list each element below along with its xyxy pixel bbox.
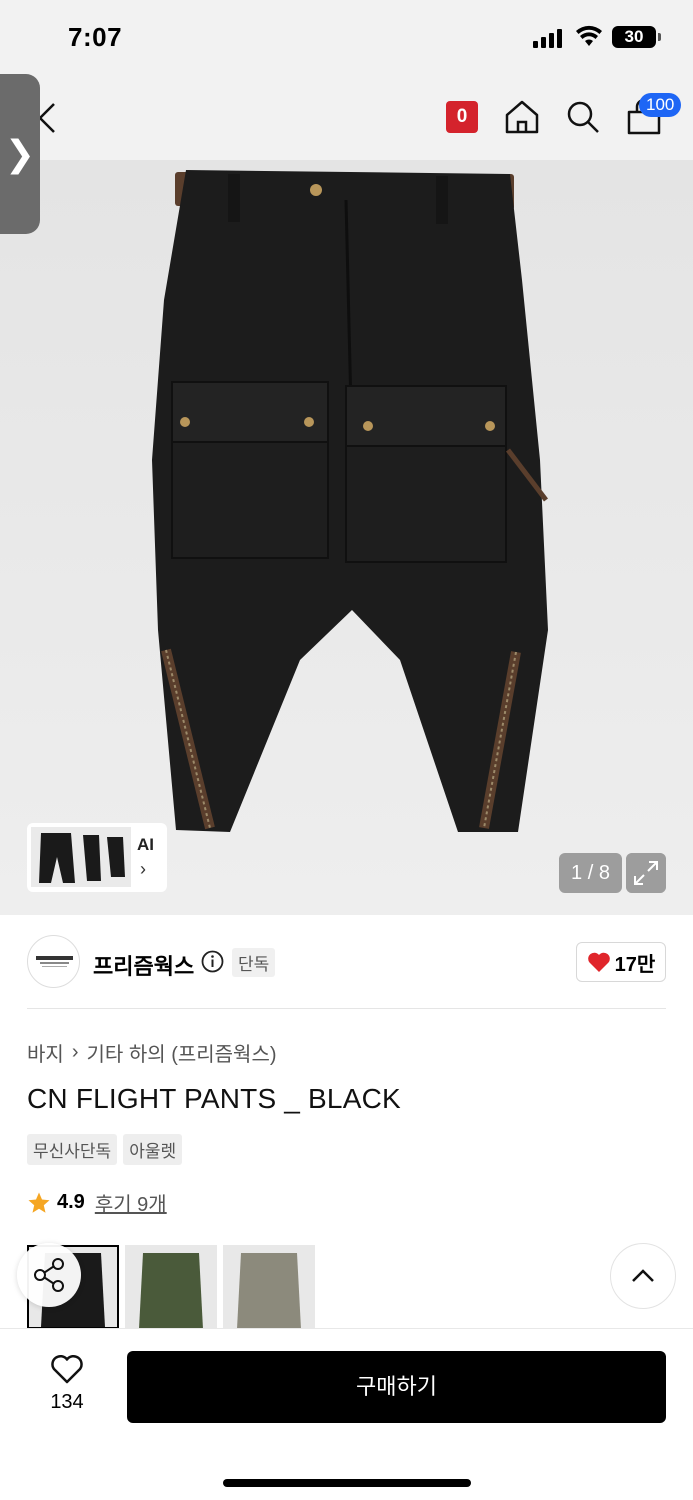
color-thumb-khaki	[223, 1245, 315, 1329]
rating-score: 4.9	[57, 1191, 85, 1213]
divider	[27, 1008, 666, 1009]
ai-style-thumbnail[interactable]: AI ›	[27, 823, 167, 892]
status-time: 7:07	[68, 22, 123, 52]
home-icon[interactable]	[503, 98, 541, 136]
info-icon[interactable]	[201, 950, 224, 973]
side-panel-tab[interactable]: ❯	[0, 74, 40, 234]
breadcrumb-separator-icon: ›	[71, 1041, 79, 1063]
signal-icon	[533, 28, 562, 48]
notification-badge[interactable]: 0	[446, 101, 478, 133]
tag-outlet: 아울렛	[123, 1134, 183, 1165]
heart-filled-icon	[587, 952, 610, 972]
image-page-indicator: 1 / 8	[559, 853, 622, 893]
ai-thumbnail-image	[31, 827, 131, 887]
breadcrumb: 바지 › 기타 하의 (프리즘웍스)	[27, 1038, 277, 1067]
scroll-to-top-button[interactable]	[610, 1243, 676, 1309]
product-tags: 무신사단독 아울렛	[27, 1134, 183, 1165]
share-button[interactable]	[17, 1243, 81, 1307]
wifi-icon	[576, 25, 602, 46]
chevron-up-icon	[632, 1269, 654, 1282]
expand-icon[interactable]	[626, 853, 666, 893]
bottom-action-bar: 134 구매하기	[0, 1328, 693, 1500]
share-icon	[34, 1258, 64, 1292]
review-link[interactable]: 후기 9개	[95, 1188, 167, 1217]
color-option-olive[interactable]	[125, 1245, 217, 1329]
ai-label: AI	[137, 835, 154, 854]
brand-logo[interactable]	[27, 935, 80, 988]
star-icon	[28, 1192, 50, 1213]
brand-name[interactable]: 프리즘웍스	[93, 949, 194, 981]
rating-row: 4.9 후기 9개	[27, 1188, 167, 1217]
battery-icon: 30	[612, 26, 661, 48]
wishlist-button[interactable]: 134	[40, 1351, 94, 1421]
brand-like-count: 17만	[614, 953, 656, 976]
brand-like-button[interactable]: 17만	[576, 942, 666, 982]
cart-count-badge: 100	[639, 93, 682, 117]
tag-musinsa-exclusive: 무신사단독	[27, 1134, 118, 1165]
search-icon[interactable]	[564, 98, 602, 136]
color-thumb-olive	[125, 1245, 217, 1329]
product-image-gallery[interactable]: AI › 1 / 8	[0, 160, 693, 915]
chevron-right-icon: ›	[140, 859, 146, 879]
brand-logo-image	[36, 956, 73, 967]
breadcrumb-category[interactable]: 바지	[27, 1038, 64, 1067]
exclusive-tag: 단독	[232, 948, 276, 977]
home-indicator	[223, 1479, 471, 1487]
top-nav-bar: 0 100	[0, 78, 693, 160]
color-option-khaki[interactable]	[223, 1245, 315, 1329]
heart-outline-icon	[51, 1354, 83, 1384]
product-title: CN FLIGHT PANTS _ BLACK	[27, 1083, 401, 1114]
status-bar: 7:07 30	[0, 0, 693, 78]
wishlist-count: 134	[50, 1391, 84, 1413]
product-image	[0, 160, 693, 915]
breadcrumb-subcategory[interactable]: 기타 하의 (프리즘웍스)	[86, 1038, 276, 1067]
buy-button[interactable]: 구매하기	[127, 1351, 666, 1423]
